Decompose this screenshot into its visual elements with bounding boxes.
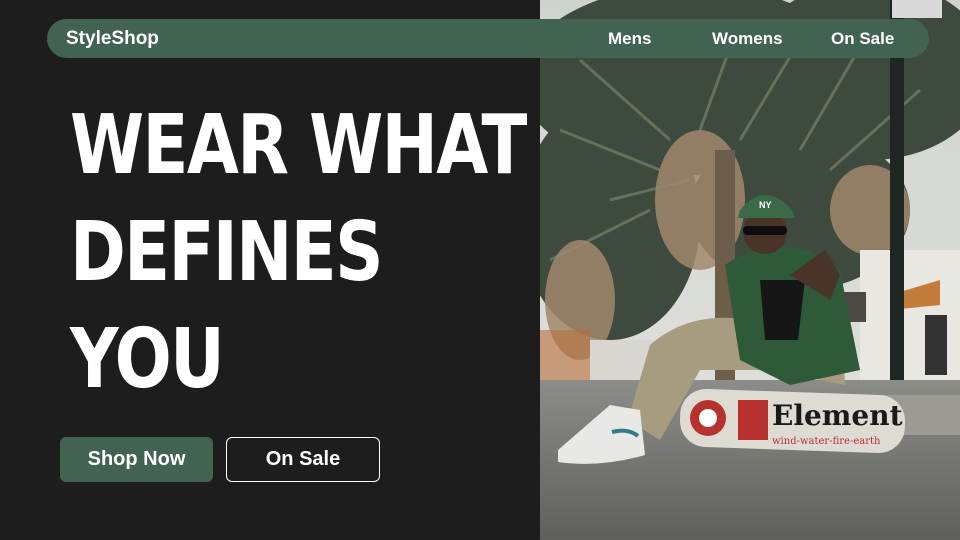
top-navbar: StyleShop Mens Womens On Sale: [47, 19, 929, 58]
skateboard-brand-text: Element: [772, 399, 903, 432]
on-sale-button[interactable]: On Sale: [226, 437, 380, 482]
hero-photo: Element wind-water-fire-earth NY: [540, 0, 960, 540]
hero-photo-illustration: Element wind-water-fire-earth NY: [540, 0, 960, 540]
nav-link-on-sale[interactable]: On Sale: [831, 19, 894, 58]
nav-link-mens[interactable]: Mens: [608, 19, 651, 58]
headline-line: YOU: [70, 312, 225, 407]
hero-headline: WEAR WHAT DEFINES YOU: [70, 92, 527, 413]
shop-now-button[interactable]: Shop Now: [60, 437, 213, 482]
headline-line: DEFINES: [70, 205, 383, 300]
skateboard-tagline-text: wind-water-fire-earth: [772, 436, 881, 447]
cap-logo-text: NY: [759, 200, 772, 210]
nav-link-womens[interactable]: Womens: [712, 19, 783, 58]
brand-logo[interactable]: StyleShop: [66, 19, 159, 58]
headline-line: WEAR WHAT: [70, 98, 527, 193]
